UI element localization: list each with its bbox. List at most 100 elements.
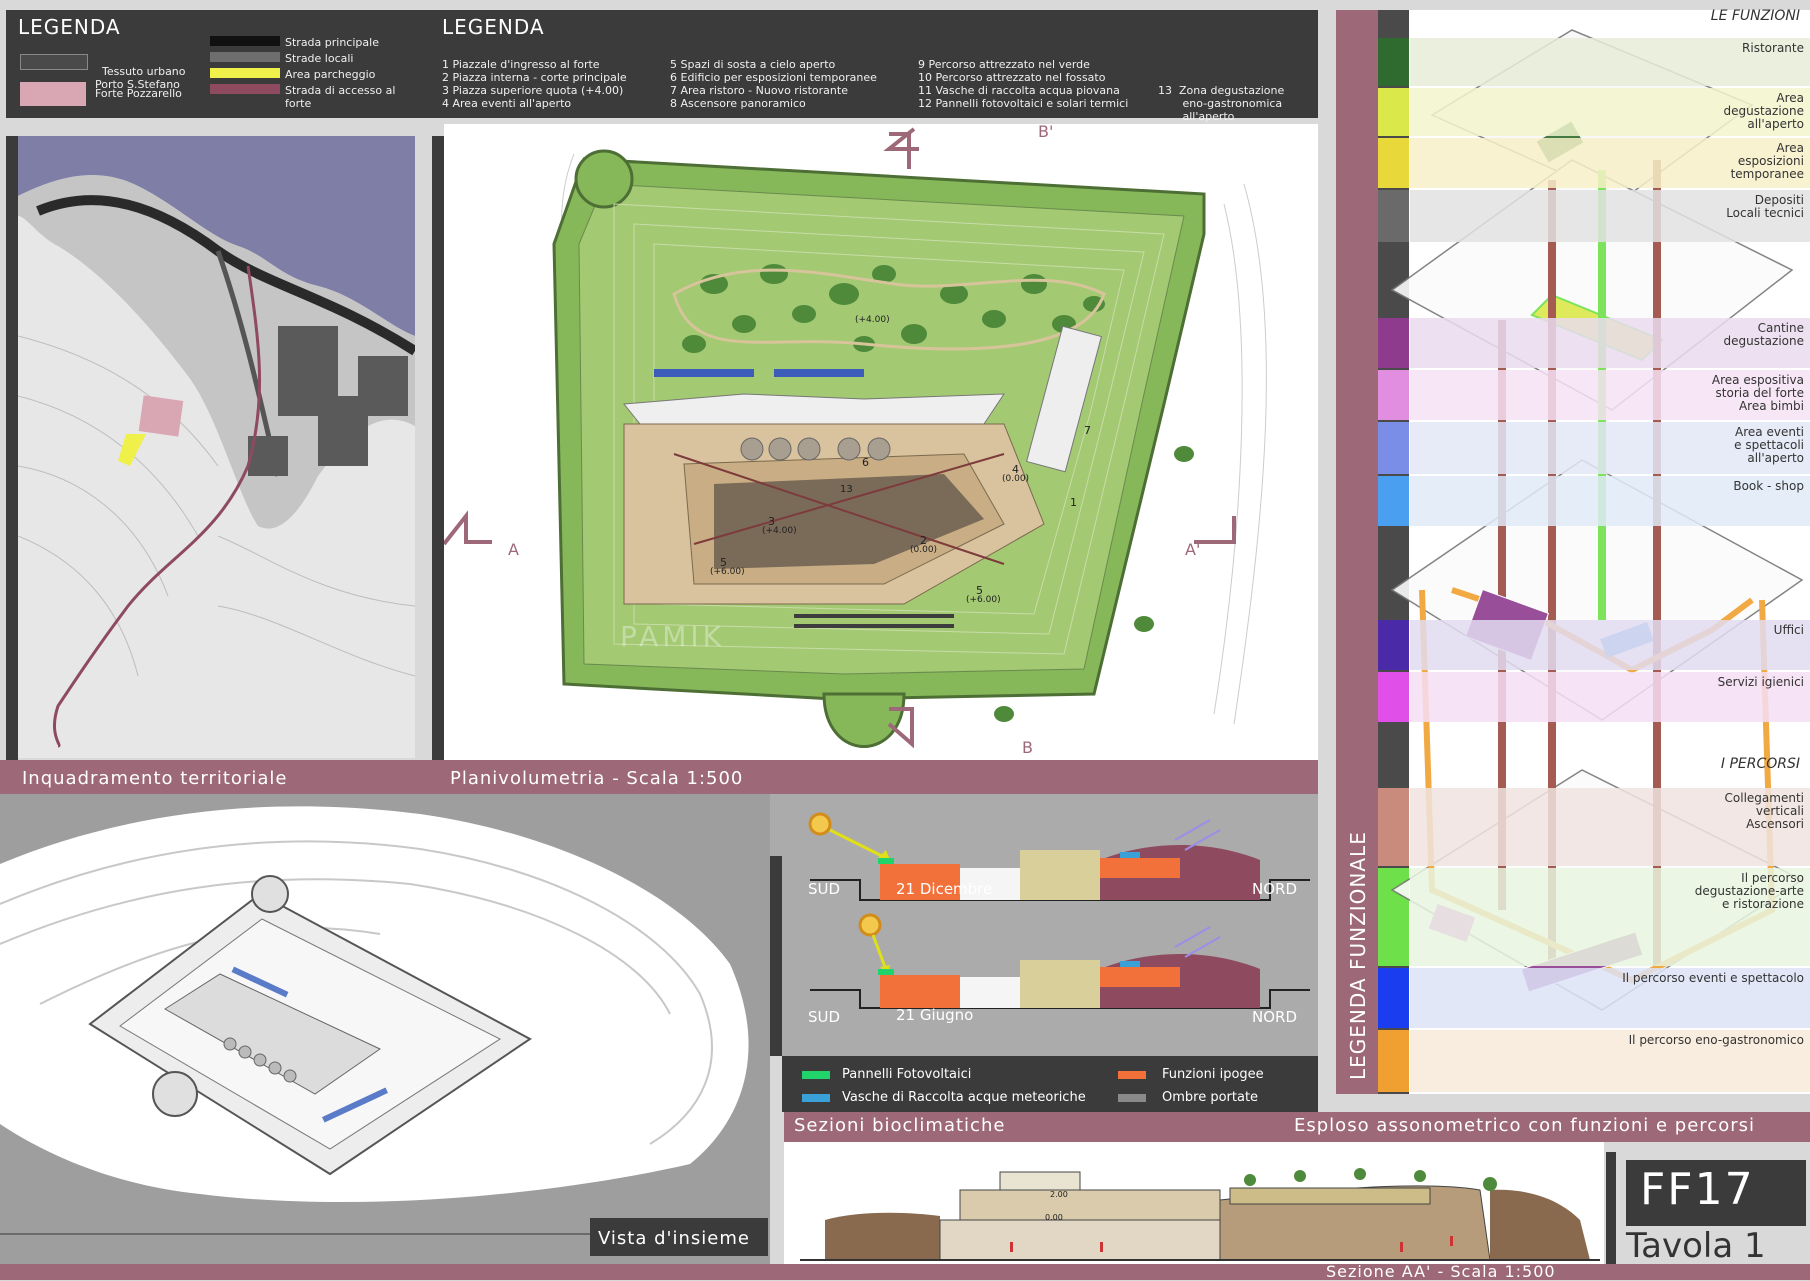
legend-item: 8 Ascensore panoramico <box>670 97 806 110</box>
bio-legend-swatch-ombre <box>1118 1094 1146 1102</box>
funzioni-label: Il percorso degustazione-arte e ristoraz… <box>1694 871 1804 911</box>
bio-jun-date: 21 Giugno <box>896 1006 974 1024</box>
funzioni-label: Area degustazione all'aperto <box>1723 91 1805 131</box>
caption-sezione-aa: Sezione AA' - Scala 1:500 <box>1326 1262 1556 1281</box>
bio-legend-label-ombre: Ombre portate <box>1162 1090 1259 1105</box>
legend-label-tessuto: Tessuto urbano Porto S.Stefano <box>95 65 186 91</box>
legend-label-parcheggio: Area parcheggio <box>285 68 376 81</box>
caption-planivolumetria: Planivolumetria - Scala 1:500 <box>450 768 744 789</box>
legend-swatch-strade-locali <box>210 52 280 62</box>
legend-item: 12 Pannelli fotovoltaici e solari termic… <box>918 97 1129 110</box>
bio-jun-nord: NORD <box>1252 1008 1297 1026</box>
legend-label-strade-locali: Strade locali <box>285 52 354 65</box>
funzioni-label: Book - shop <box>1733 479 1804 493</box>
legend-item: 5 Spazi di sosta a cielo aperto <box>670 58 836 71</box>
legend-col-2: 5 Spazi di sosta a cielo aperto 6 Edific… <box>670 58 900 110</box>
stamp-frame <box>1606 1152 1616 1264</box>
funzioni-swatch <box>1378 868 1409 966</box>
plan-drawing <box>444 124 1318 760</box>
funzioni-label: Collegamenti verticali Ascensori <box>1724 791 1804 831</box>
bio-panel-frame <box>770 856 782 1056</box>
legend-swatch-parcheggio <box>210 68 280 78</box>
legend-swatch-forte <box>20 82 86 106</box>
legend-col-3: 9 Percorso attrezzato nel verde 10 Perco… <box>918 58 1158 110</box>
funzioni-header-percorsi: I PERCORSI <box>1720 756 1800 772</box>
funzioni-swatch <box>1378 476 1409 526</box>
funzioni-label: Il percorso eno-gastronomico <box>1628 1033 1804 1047</box>
bio-legend-label-vasche: Vasche di Raccolta acque meteoriche <box>842 1090 1086 1105</box>
funzioni-label: Area espositiva storia del forte Area bi… <box>1711 373 1804 413</box>
bio-section-december <box>808 812 1310 901</box>
funzioni-label: Uffici <box>1773 623 1804 637</box>
caption-vista: Vista d'insieme <box>598 1228 750 1249</box>
caption-territorial: Inquadramento territoriale <box>22 768 288 789</box>
legend-col-1: 1 Piazzale d'ingresso al forte 2 Piazza … <box>442 58 662 110</box>
bio-legend-swatch-pv <box>802 1071 830 1079</box>
bio-legend-swatch-ipogee <box>1118 1071 1146 1079</box>
funzioni-swatch <box>1378 968 1409 1028</box>
plan-frame-left <box>432 136 444 788</box>
legend-item: 10 Percorso attrezzato nel fossato <box>918 71 1106 84</box>
legend-label-forte: Forte Pozzarello <box>95 87 182 100</box>
stamp-tavola: Tavola 1 <box>1626 1226 1766 1266</box>
plan-label-1: 1 <box>1070 496 1077 509</box>
bio-dec-nord: NORD <box>1252 880 1297 898</box>
territorial-map <box>18 136 415 758</box>
legend-item: 13 Zona degustazione eno-gastronomica al… <box>1158 84 1285 123</box>
funzioni-swatch <box>1378 1030 1409 1092</box>
bio-legend-label-ipogee: Funzioni ipogee <box>1162 1067 1264 1082</box>
funzioni-swatch <box>1378 370 1409 420</box>
funzioni-label: Il percorso eventi e spettacolo <box>1622 971 1804 985</box>
bio-dec-date: 21 Dicembre <box>896 880 993 898</box>
legend-swatch-tessuto <box>20 54 88 70</box>
territorial-map-frame <box>6 136 18 788</box>
legend-item: 6 Edificio per esposizioni temporanee <box>670 71 877 84</box>
plan-level-2: (0.00) <box>910 545 938 555</box>
plan-level-5a: (+6.00) <box>710 567 745 577</box>
plan-level-13: (+4.00) <box>855 315 890 325</box>
plan-label-6: 6 <box>862 456 869 469</box>
legend-left-title: LEGENDA <box>18 15 121 39</box>
section-mark-a-prime: A' <box>1185 540 1201 559</box>
funzioni-swatch <box>1378 788 1409 866</box>
funzioni-swatch <box>1378 88 1409 136</box>
legend-label-strada-principale: Strada principale <box>285 36 379 49</box>
legend-label-accesso: Strada di accesso al forte <box>285 84 396 110</box>
funzioni-label: Area esposizioni temporanee <box>1730 141 1804 181</box>
funzioni-swatch <box>1378 190 1409 242</box>
legend-item: 2 Piazza interna - corte principale <box>442 71 627 84</box>
funzioni-label: Servizi igienici <box>1717 675 1804 689</box>
section-aa-level-2: 0.00 <box>1045 1213 1063 1222</box>
legend-item: 3 Piazza superiore quota (+4.00) <box>442 84 624 97</box>
funzioni-header-funzioni: LE FUNZIONI <box>1710 8 1800 24</box>
plan-level-4: (0.00) <box>1002 474 1030 484</box>
funzioni-swatch <box>1378 38 1409 86</box>
plan-label-7: 7 <box>1084 424 1091 437</box>
legend-swatch-strada-principale <box>210 36 280 46</box>
funzioni-label: Cantine degustazione <box>1723 321 1805 348</box>
caption-sezioni-bio: Sezioni bioclimatiche <box>794 1115 1006 1136</box>
funzioni-swatch <box>1378 318 1409 368</box>
funzioni-label: Depositi Locali tecnici <box>1726 193 1804 220</box>
funzioni-swatch <box>1378 138 1409 188</box>
caption-esploso: Esploso assonometrico con funzioni e per… <box>1294 1115 1755 1136</box>
legend-swatch-accesso <box>210 84 280 94</box>
funzioni-swatch <box>1378 620 1409 670</box>
plan-level-5b: (+6.00) <box>966 595 1001 605</box>
bio-section-june <box>810 913 1310 1009</box>
bio-dec-sud: SUD <box>808 880 841 898</box>
legend-item: 1 Piazzale d'ingresso al forte <box>442 58 600 71</box>
section-aa-level-1: 2.00 <box>1050 1190 1068 1199</box>
caption-legenda-funzionale: LEGENDA FUNZIONALE <box>1346 831 1370 1080</box>
plan-label-13: 13 <box>840 484 853 495</box>
plan-level-3: (+4.00) <box>762 526 797 536</box>
bio-jun-sud: SUD <box>808 1008 841 1026</box>
watermark: PAMIK <box>620 620 726 653</box>
legend-item: 7 Area ristoro - Nuovo ristorante <box>670 84 848 97</box>
bio-legend-swatch-vasche <box>802 1094 830 1102</box>
legend-item: 4 Area eventi all'aperto <box>442 97 572 110</box>
section-mark-b: B <box>1022 738 1033 757</box>
funzioni-label: Area eventi e spettacoli all'aperto <box>1734 425 1804 465</box>
legend-right-title: LEGENDA <box>442 15 545 39</box>
bio-legend-label-pv: Pannelli Fotovoltaici <box>842 1067 972 1082</box>
